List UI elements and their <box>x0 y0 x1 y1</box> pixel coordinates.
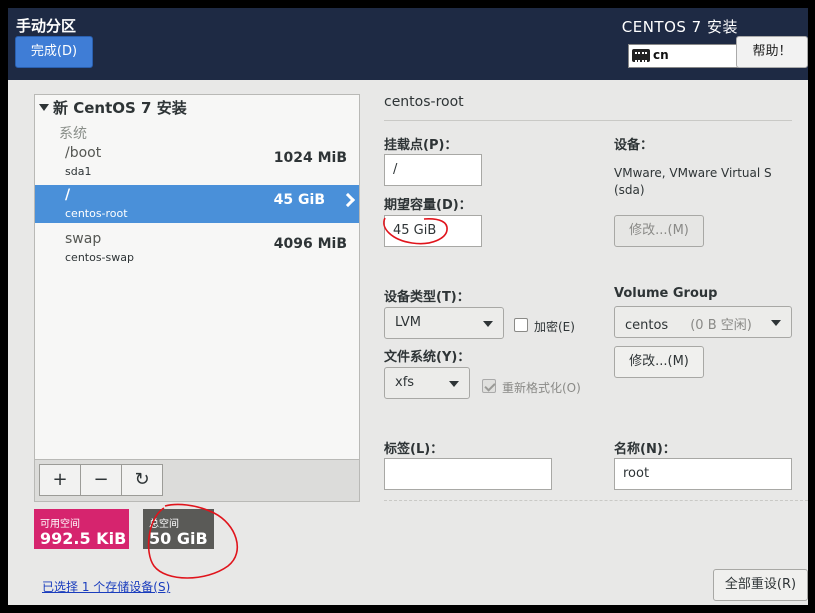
name-input[interactable]: root <box>614 458 792 490</box>
reformat-checkbox[interactable] <box>482 379 496 393</box>
available-space-box: 可用空间 992.5 KiB <box>34 509 129 549</box>
partition-tree: 新 CentOS 7 安装 系统 /boot sda1 1024 MiB / c… <box>34 94 360 460</box>
install-group-label: 新 CentOS 7 安装 <box>53 99 187 117</box>
device-type-select[interactable]: LVM <box>384 307 504 339</box>
partition-toolbar: + − ↻ <box>34 460 360 502</box>
device-info-line: VMware, VMware Virtual S <box>614 166 772 180</box>
total-space-box: 总空间 50 GiB <box>143 509 214 549</box>
remove-partition-button[interactable]: − <box>80 464 122 496</box>
keyboard-layout-indicator[interactable]: cn <box>628 44 738 68</box>
chevron-right-icon <box>340 192 356 208</box>
tag-input[interactable] <box>384 458 552 490</box>
dropdown-arrow-icon <box>483 321 493 327</box>
partition-mount: swap <box>65 231 102 247</box>
main-panel: 新 CentOS 7 安装 系统 /boot sda1 1024 MiB / c… <box>8 80 808 605</box>
mount-point-label: 挂载点(P)： <box>384 138 458 153</box>
reformat-label: 重新格式化(O) <box>502 381 581 395</box>
volume-group-label: Volume Group <box>614 286 718 301</box>
total-space-label: 总空间 <box>149 519 179 530</box>
filesystem-value: xfs <box>395 375 415 390</box>
partition-device: centos-root <box>65 207 128 220</box>
details-separator <box>384 120 792 121</box>
keyboard-layout-label: cn <box>653 48 669 62</box>
device-info-line: (sda) <box>614 183 645 197</box>
partition-size: 4096 MiB <box>273 236 347 252</box>
filesystem-label: 文件系统(Y)： <box>384 350 471 365</box>
volume-group-value: centos <box>625 318 669 333</box>
partition-device: sda1 <box>65 165 92 178</box>
available-space-label: 可用空间 <box>40 519 80 530</box>
install-group-header[interactable]: 新 CentOS 7 安装 <box>39 97 187 118</box>
device-label: 设备： <box>614 138 654 153</box>
available-space-value: 992.5 KiB <box>40 529 127 548</box>
device-type-value: LVM <box>395 315 421 330</box>
partition-size: 45 GiB <box>273 192 325 208</box>
keyboard-icon <box>632 49 650 62</box>
partition-item-root[interactable]: / centos-root 45 GiB <box>35 185 359 223</box>
name-label: 名称(N)： <box>614 442 676 457</box>
category-label: 系统 <box>59 126 87 142</box>
total-space-value: 50 GiB <box>149 529 208 548</box>
selected-storage-link[interactable]: 已选择 1 个存储设备(S) <box>42 578 170 595</box>
page-title: 手动分区 <box>16 17 77 35</box>
partition-item-boot[interactable]: /boot sda1 1024 MiB <box>35 143 359 181</box>
help-button[interactable]: 帮助！ <box>736 36 808 68</box>
partition-item-swap[interactable]: swap centos-swap 4096 MiB <box>35 229 359 267</box>
tag-label: 标签(L)： <box>384 442 444 457</box>
details-title: centos-root <box>384 94 464 110</box>
partition-device: centos-swap <box>65 251 134 264</box>
partition-size: 1024 MiB <box>273 150 347 166</box>
mount-point-input[interactable]: / <box>384 154 482 186</box>
volume-group-free: (0 B 空闲) <box>690 318 752 333</box>
expand-arrow-icon[interactable] <box>39 104 49 111</box>
done-button[interactable]: 完成(D) <box>15 36 93 68</box>
add-partition-button[interactable]: + <box>39 464 81 496</box>
volume-group-select[interactable]: centos (0 B 空闲) <box>614 306 792 338</box>
encrypt-checkbox[interactable] <box>514 318 528 332</box>
details-divider <box>384 500 808 501</box>
encrypt-label: 加密(E) <box>534 320 575 334</box>
dropdown-arrow-icon <box>771 320 781 326</box>
device-type-label: 设备类型(T)： <box>384 290 470 305</box>
dropdown-arrow-icon <box>449 381 459 387</box>
product-title: CENTOS 7 安装 <box>621 18 738 36</box>
modify-volume-group-button[interactable]: 修改...(M) <box>614 346 704 378</box>
partition-mount: /boot <box>65 145 102 161</box>
capacity-label: 期望容量(D)： <box>384 198 472 213</box>
refresh-button[interactable]: ↻ <box>121 464 163 496</box>
header-bar: 手动分区 完成(D) CENTOS 7 安装 cn 帮助！ <box>8 8 808 80</box>
capacity-input[interactable]: 45 GiB <box>384 215 482 247</box>
device-info: VMware, VMware Virtual S (sda) <box>614 165 794 199</box>
reset-all-button[interactable]: 全部重设(R) <box>713 569 808 601</box>
modify-device-button[interactable]: 修改...(M) <box>614 215 704 247</box>
partition-mount: / <box>65 187 71 203</box>
filesystem-select[interactable]: xfs <box>384 367 470 399</box>
